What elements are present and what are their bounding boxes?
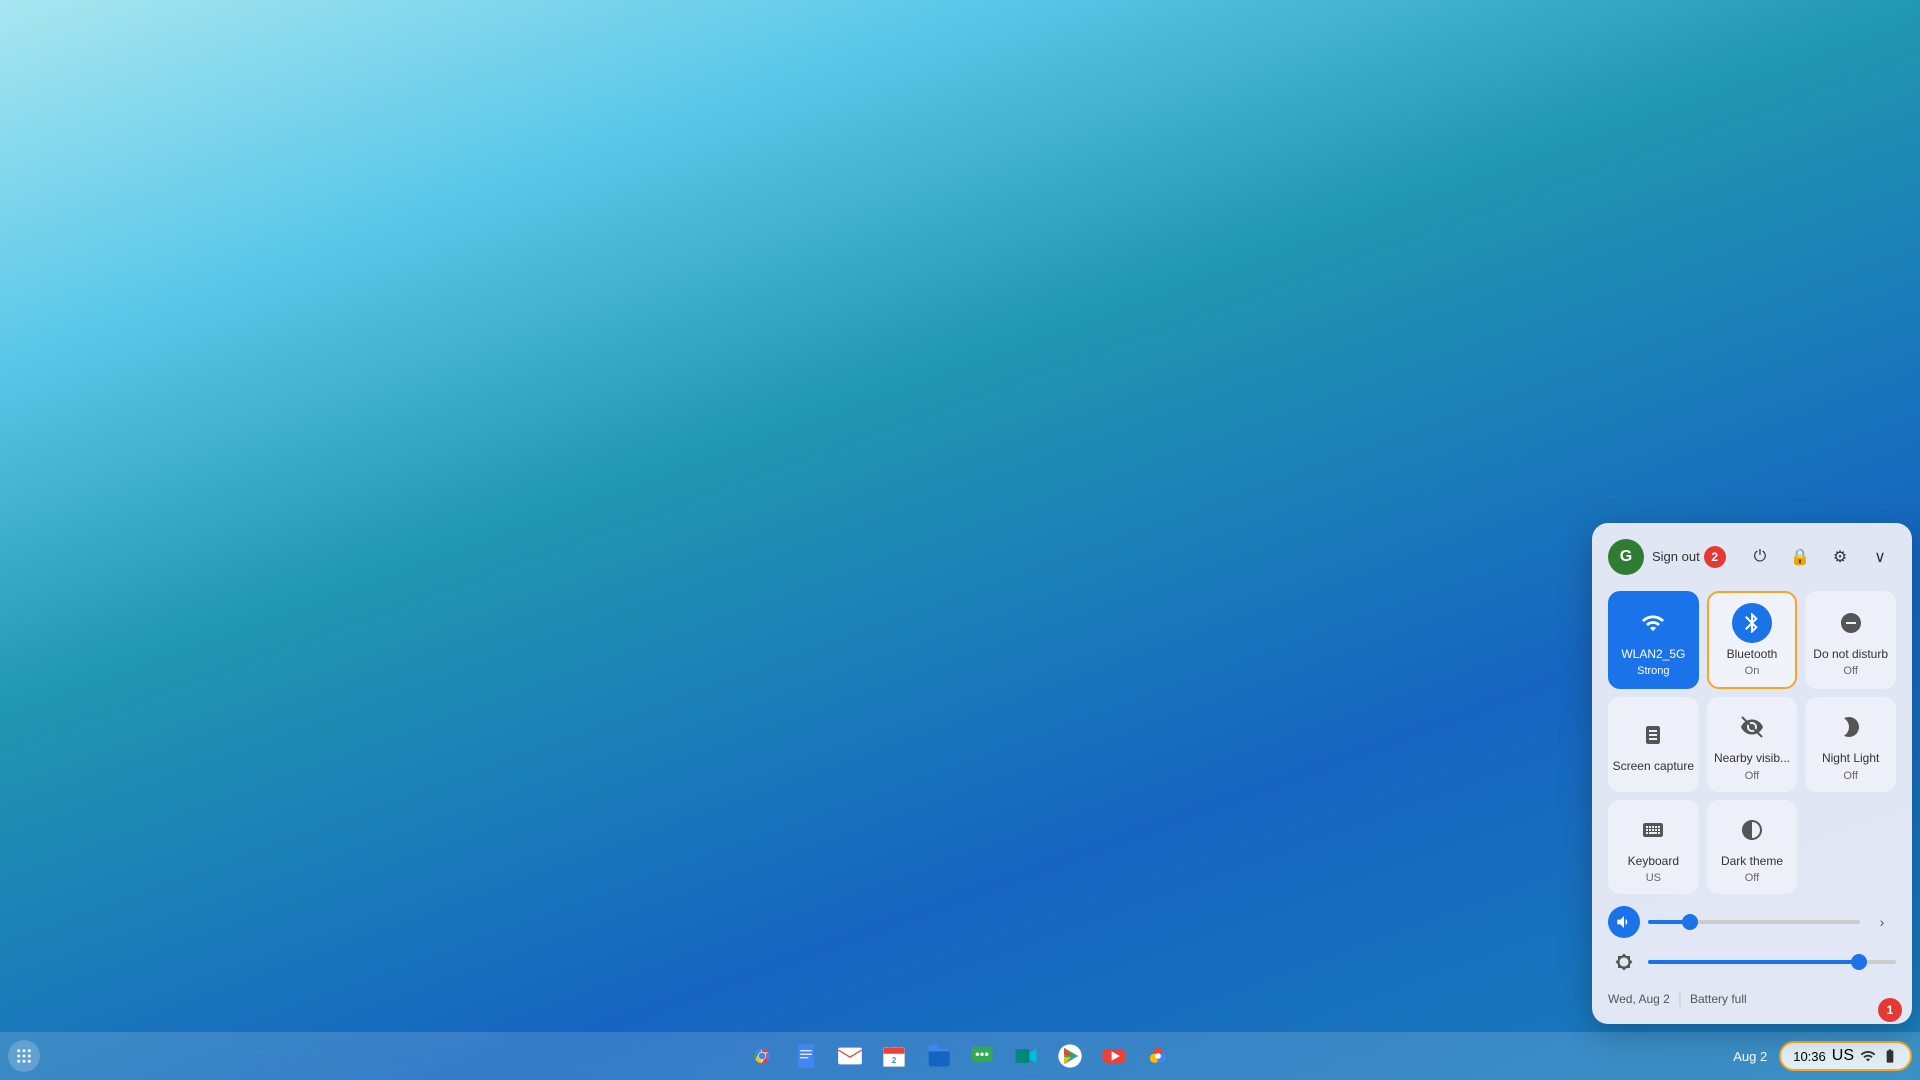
bluetooth-sub: On [1745,665,1760,677]
wifi-sub: Strong [1637,665,1669,677]
nearby-share-sub: Off [1745,770,1759,782]
brightness-slider-row [1608,946,1896,978]
chat-app-icon[interactable] [962,1036,1002,1076]
power-button[interactable]: ⏻ [1744,541,1776,573]
volume-slider-row: › [1608,906,1896,938]
taskbar-wifi-icon [1860,1048,1876,1064]
gmail-app-icon[interactable] [830,1036,870,1076]
do-not-disturb-label: Do not disturb [1813,647,1888,661]
volume-track[interactable] [1648,920,1860,924]
do-not-disturb-sub: Off [1843,665,1857,677]
dark-theme-sub: Off [1745,872,1759,884]
keyboard-sub: US [1646,872,1661,884]
youtube-app-icon[interactable] [1094,1036,1134,1076]
qs-footer: Wed, Aug 2 | Battery full [1608,986,1896,1008]
qs-battery: Battery full [1690,992,1747,1006]
wifi-tile[interactable]: WLAN2_5G Strong [1608,591,1699,689]
qs-date: Wed, Aug 2 [1608,992,1670,1006]
taskbar: 2 [0,1032,1920,1080]
system-tray-time: 10:36 [1793,1049,1826,1064]
taskbar-right: Aug 2 10:36 US [1733,1041,1912,1071]
taskbar-battery-icon [1882,1048,1898,1064]
screen-capture-label: Screen capture [1613,759,1694,773]
screen-capture-tile[interactable]: Screen capture [1608,697,1699,791]
do-not-disturb-tile[interactable]: Do not disturb Off [1805,591,1896,689]
floating-notification-badge-1: 1 [1878,998,1902,1022]
keyboard-tile[interactable]: Keyboard US [1608,800,1699,894]
settings-button[interactable]: ⚙ [1824,541,1856,573]
sign-out-button[interactable]: Sign out 2 [1652,546,1726,568]
launcher-button[interactable] [8,1040,40,1072]
files-app-icon[interactable] [918,1036,958,1076]
volume-expand-button[interactable]: › [1868,908,1896,936]
lock-button[interactable]: 🔒 [1784,541,1816,573]
qs-sliders: › [1608,906,1896,978]
night-light-icon [1831,707,1871,747]
sign-out-label: Sign out [1652,549,1700,564]
keyboard-icon [1633,810,1673,850]
nearby-share-label: Nearby visib... [1714,751,1790,765]
bluetooth-icon [1732,603,1772,643]
google-photos-app-icon[interactable] [1138,1036,1178,1076]
user-avatar[interactable]: G [1608,539,1644,575]
wifi-label: WLAN2_5G [1621,647,1685,661]
notification-badge: 2 [1704,546,1726,568]
night-light-tile[interactable]: Night Light Off [1805,697,1896,791]
keyboard-label: Keyboard [1628,854,1679,868]
qs-header-right: ⏻ 🔒 ⚙ ∨ [1744,541,1896,573]
bluetooth-label: Bluetooth [1727,647,1778,661]
screen-capture-icon [1633,715,1673,755]
brightness-thumb[interactable] [1851,954,1867,970]
google-calendar-app-icon[interactable]: 2 [874,1036,914,1076]
dark-theme-label: Dark theme [1721,854,1783,868]
dark-theme-icon [1732,810,1772,850]
night-light-sub: Off [1843,770,1857,782]
taskbar-date: Aug 2 [1733,1049,1767,1064]
collapse-button[interactable]: ∨ [1864,541,1896,573]
chrome-app-icon[interactable] [742,1036,782,1076]
do-not-disturb-icon [1831,603,1871,643]
qs-header-left: G Sign out 2 [1608,539,1726,575]
quick-settings-header: G Sign out 2 ⏻ 🔒 ⚙ ∨ [1608,539,1896,575]
svg-text:2: 2 [892,1056,897,1065]
taskbar-apps: 2 [742,1036,1178,1076]
brightness-icon[interactable] [1608,946,1640,978]
google-play-app-icon[interactable] [1050,1036,1090,1076]
nearby-share-icon [1732,707,1772,747]
dark-theme-tile[interactable]: Dark theme Off [1707,800,1798,894]
quick-settings-panel: G Sign out 2 ⏻ 🔒 ⚙ ∨ [1592,523,1912,1024]
google-docs-app-icon[interactable] [786,1036,826,1076]
volume-thumb[interactable] [1682,914,1698,930]
system-tray[interactable]: 10:36 US [1779,1041,1912,1071]
desktop: G Sign out 2 ⏻ 🔒 ⚙ ∨ [0,0,1920,1080]
quick-settings-tiles: WLAN2_5G Strong Bluetooth On [1608,591,1896,894]
meet-app-icon[interactable] [1006,1036,1046,1076]
system-tray-region: US [1832,1047,1854,1065]
volume-icon[interactable] [1608,906,1640,938]
brightness-fill [1648,960,1859,964]
wifi-icon [1633,603,1673,643]
brightness-track[interactable] [1648,960,1896,964]
nearby-share-tile[interactable]: Nearby visib... Off [1707,697,1798,791]
bluetooth-tile[interactable]: Bluetooth On [1707,591,1798,689]
night-light-label: Night Light [1822,751,1879,765]
